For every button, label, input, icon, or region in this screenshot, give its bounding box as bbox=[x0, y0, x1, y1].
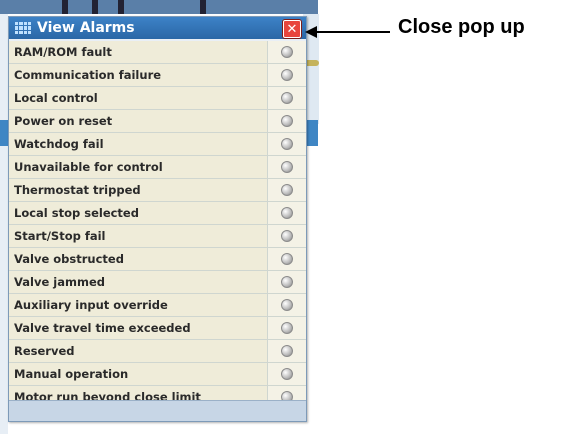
alarm-status-cell bbox=[268, 156, 306, 178]
grid-icon bbox=[15, 22, 31, 34]
alarm-label: Local stop selected bbox=[9, 202, 268, 224]
status-led-icon bbox=[281, 92, 293, 104]
view-alarms-popup: View Alarms ✕ RAM/ROM fault Communication… bbox=[8, 16, 307, 422]
alarm-row: RAM/ROM fault bbox=[9, 41, 306, 64]
alarm-row: Manual operation bbox=[9, 363, 306, 386]
background-toolbar-strip bbox=[0, 0, 318, 14]
alarm-row: Local control bbox=[9, 87, 306, 110]
status-led-icon bbox=[281, 46, 293, 58]
alarm-status-cell bbox=[268, 87, 306, 109]
alarm-status-cell bbox=[268, 133, 306, 155]
status-led-icon bbox=[281, 253, 293, 265]
alarm-label: Reserved bbox=[9, 340, 268, 362]
status-led-icon bbox=[281, 207, 293, 219]
alarm-status-cell bbox=[268, 363, 306, 385]
alarm-label: Start/Stop fail bbox=[9, 225, 268, 247]
alarm-row: Reserved bbox=[9, 340, 306, 363]
annotation-label: Close pop up bbox=[398, 16, 525, 38]
alarm-row: Valve obstructed bbox=[9, 248, 306, 271]
alarm-status-cell bbox=[268, 340, 306, 362]
background-strip-segment bbox=[118, 0, 124, 14]
alarm-label: Valve travel time exceeded bbox=[9, 317, 268, 339]
alarm-row: Unavailable for control bbox=[9, 156, 306, 179]
alarm-label: Thermostat tripped bbox=[9, 179, 268, 201]
alarm-status-cell bbox=[268, 317, 306, 339]
alarm-row: Watchdog fail bbox=[9, 133, 306, 156]
alarm-list: RAM/ROM fault Communication failure Local … bbox=[9, 41, 306, 409]
alarm-status-cell bbox=[268, 64, 306, 86]
alarm-status-cell bbox=[268, 248, 306, 270]
popup-title: View Alarms bbox=[37, 20, 135, 36]
status-led-icon bbox=[281, 322, 293, 334]
alarm-status-cell bbox=[268, 179, 306, 201]
alarm-status-cell bbox=[268, 294, 306, 316]
alarm-label: Manual operation bbox=[9, 363, 268, 385]
alarm-label: Watchdog fail bbox=[9, 133, 268, 155]
status-led-icon bbox=[281, 184, 293, 196]
popup-header: View Alarms ✕ bbox=[9, 17, 306, 39]
alarm-label: Local control bbox=[9, 87, 268, 109]
alarm-label: Auxiliary input override bbox=[9, 294, 268, 316]
alarm-row: Valve jammed bbox=[9, 271, 306, 294]
background-strip-segment bbox=[92, 0, 98, 14]
alarm-row: Start/Stop fail bbox=[9, 225, 306, 248]
close-icon: ✕ bbox=[286, 21, 298, 37]
alarm-row: Local stop selected bbox=[9, 202, 306, 225]
status-led-icon bbox=[281, 368, 293, 380]
alarm-label: Unavailable for control bbox=[9, 156, 268, 178]
alarm-row: Auxiliary input override bbox=[9, 294, 306, 317]
status-led-icon bbox=[281, 161, 293, 173]
alarm-row: Power on reset bbox=[9, 110, 306, 133]
background-strip-segment bbox=[200, 0, 206, 14]
alarm-status-cell bbox=[268, 41, 306, 63]
alarm-row: Communication failure bbox=[9, 64, 306, 87]
alarm-label: Communication failure bbox=[9, 64, 268, 86]
alarm-row: Thermostat tripped bbox=[9, 179, 306, 202]
background-left-panel bbox=[0, 14, 8, 434]
alarm-status-cell bbox=[268, 225, 306, 247]
alarm-status-cell bbox=[268, 110, 306, 132]
status-led-icon bbox=[281, 69, 293, 81]
status-led-icon bbox=[281, 345, 293, 357]
status-led-icon bbox=[281, 138, 293, 150]
alarm-label: Valve obstructed bbox=[9, 248, 268, 270]
alarm-label: RAM/ROM fault bbox=[9, 41, 268, 63]
alarm-label: Power on reset bbox=[9, 110, 268, 132]
status-led-icon bbox=[281, 230, 293, 242]
close-button[interactable]: ✕ bbox=[283, 20, 301, 38]
background-strip-segment bbox=[62, 0, 68, 14]
popup-footer bbox=[9, 400, 306, 421]
status-led-icon bbox=[281, 276, 293, 288]
annotation-arrow-line bbox=[312, 31, 390, 33]
status-led-icon bbox=[281, 299, 293, 311]
alarm-status-cell bbox=[268, 202, 306, 224]
alarm-label: Valve jammed bbox=[9, 271, 268, 293]
alarm-status-cell bbox=[268, 271, 306, 293]
status-led-icon bbox=[281, 115, 293, 127]
alarm-row: Valve travel time exceeded bbox=[9, 317, 306, 340]
